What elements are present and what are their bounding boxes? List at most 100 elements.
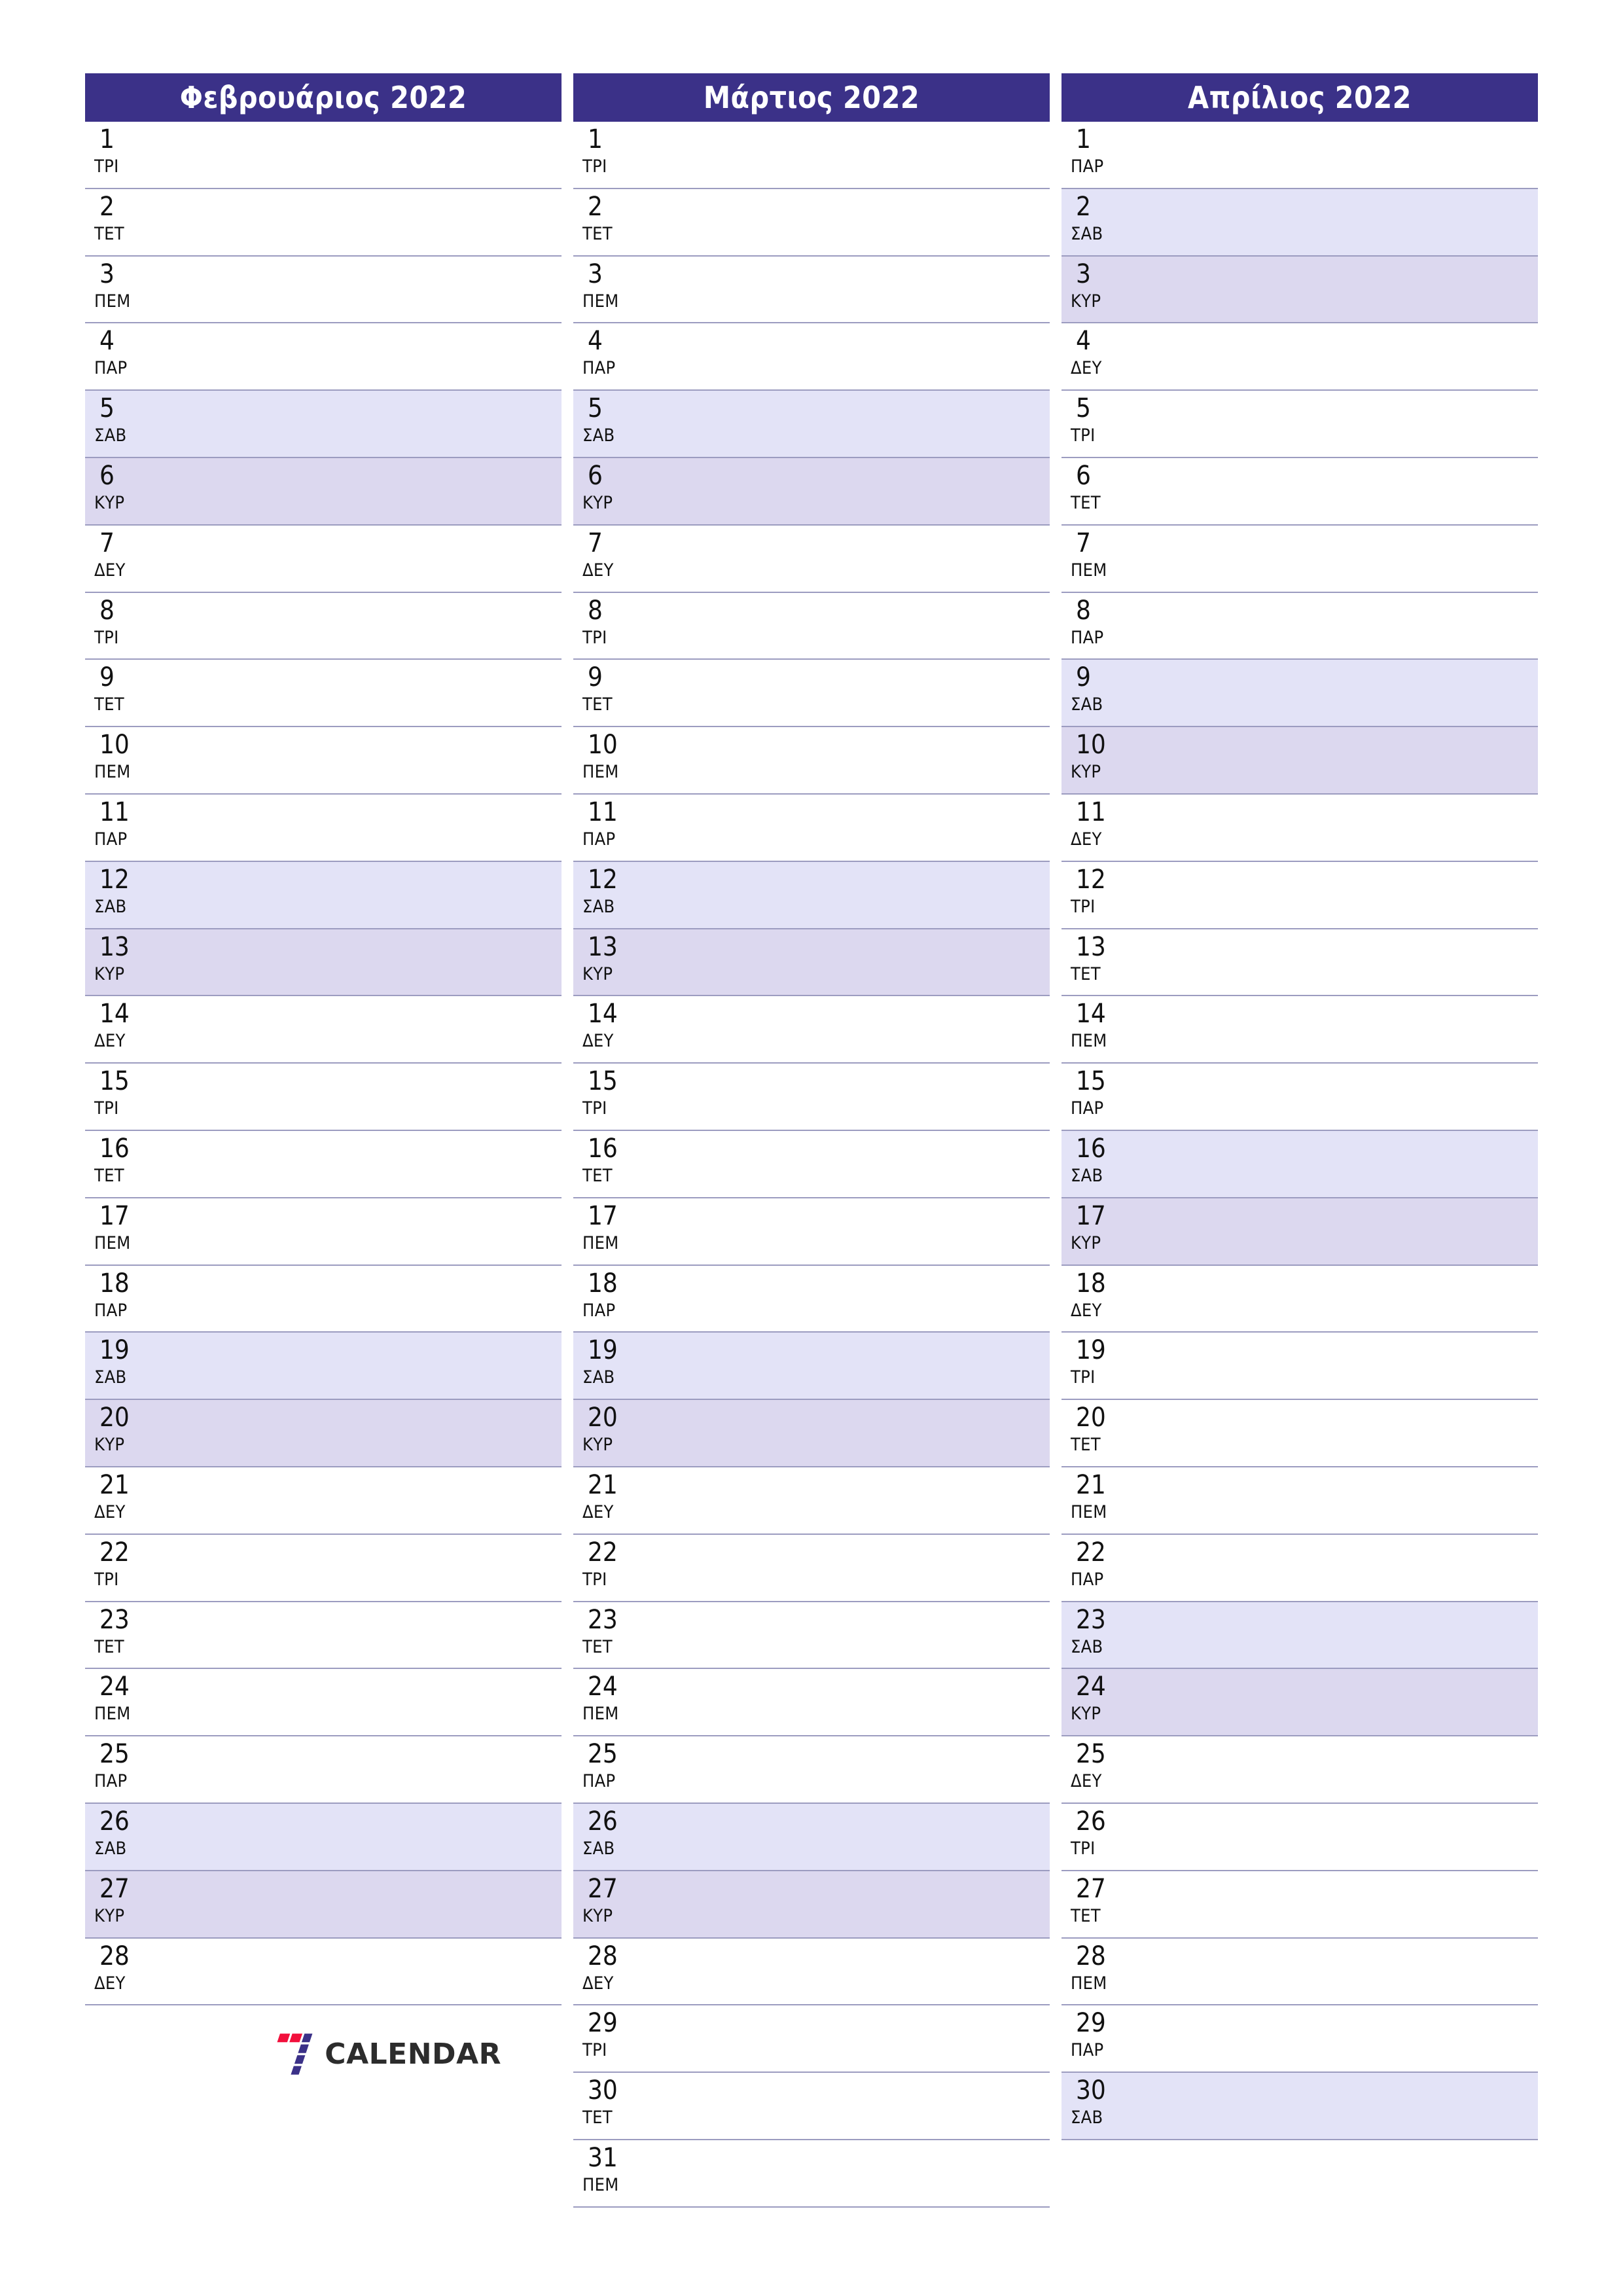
day-number: 6 — [99, 460, 115, 491]
day-row[interactable]: 24 ΚΥΡ — [1061, 1669, 1538, 1737]
day-row[interactable]: 10 ΠΕΜ — [573, 727, 1050, 795]
day-weekday-abbr: ΚΥΡ — [1071, 1232, 1101, 1253]
day-row[interactable]: 15 ΤΡΙ — [85, 1064, 562, 1131]
day-row[interactable]: 28 ΔΕΥ — [573, 1938, 1050, 2006]
day-row[interactable]: 12 ΣΑΒ — [85, 861, 562, 929]
day-row[interactable]: 10 ΠΕΜ — [85, 727, 562, 795]
day-number: 4 — [588, 326, 603, 357]
day-row[interactable]: 3 ΠΕΜ — [85, 256, 562, 324]
day-row[interactable]: 9 ΣΑΒ — [1061, 660, 1538, 728]
day-row[interactable]: 26 ΤΡΙ — [1061, 1803, 1538, 1871]
day-row[interactable]: 23 ΣΑΒ — [1061, 1602, 1538, 1670]
day-row[interactable]: 14 ΠΕΜ — [1061, 996, 1538, 1064]
day-row[interactable]: 3 ΠΕΜ — [573, 256, 1050, 324]
day-row[interactable]: 6 ΚΥΡ — [573, 457, 1050, 526]
day-row[interactable]: 13 ΤΕΤ — [1061, 929, 1538, 997]
day-row[interactable]: 27 ΚΥΡ — [85, 1871, 562, 1939]
day-row[interactable]: 3 ΚΥΡ — [1061, 256, 1538, 324]
day-row[interactable]: 16 ΣΑΒ — [1061, 1130, 1538, 1198]
day-row[interactable]: 14 ΔΕΥ — [85, 996, 562, 1064]
day-weekday-abbr: ΤΕΤ — [94, 1636, 124, 1657]
day-number: 23 — [99, 1604, 130, 1635]
day-row[interactable]: 2 ΤΕΤ — [85, 188, 562, 257]
day-row[interactable]: 20 ΤΕΤ — [1061, 1400, 1538, 1467]
day-row[interactable]: 20 ΚΥΡ — [573, 1400, 1050, 1467]
day-row[interactable]: 12 ΣΑΒ — [573, 861, 1050, 929]
day-row[interactable]: 29 ΤΡΙ — [573, 2005, 1050, 2073]
day-number: 1 — [1076, 124, 1091, 154]
day-row[interactable]: 4 ΠΑΡ — [573, 323, 1050, 391]
day-row[interactable]: 16 ΤΕΤ — [85, 1130, 562, 1198]
day-row[interactable]: 10 ΚΥΡ — [1061, 727, 1538, 795]
day-number: 15 — [99, 1066, 130, 1097]
day-row[interactable]: 19 ΣΑΒ — [573, 1333, 1050, 1401]
day-row[interactable]: 7 ΔΕΥ — [85, 525, 562, 593]
day-row[interactable]: 27 ΚΥΡ — [573, 1871, 1050, 1939]
day-row[interactable]: 27 ΤΕΤ — [1061, 1871, 1538, 1939]
day-row[interactable]: 21 ΔΕΥ — [573, 1467, 1050, 1535]
day-row[interactable]: 18 ΔΕΥ — [1061, 1265, 1538, 1333]
day-row[interactable]: 28 ΠΕΜ — [1061, 1938, 1538, 2006]
day-row[interactable]: 8 ΠΑΡ — [1061, 592, 1538, 660]
day-row[interactable]: 14 ΔΕΥ — [573, 996, 1050, 1064]
day-row[interactable]: 23 ΤΕΤ — [573, 1602, 1050, 1670]
day-row[interactable]: 16 ΤΕΤ — [573, 1130, 1050, 1198]
day-row[interactable]: 24 ΠΕΜ — [573, 1669, 1050, 1737]
day-row[interactable]: 6 ΚΥΡ — [85, 457, 562, 526]
day-weekday-abbr: ΠΑΡ — [94, 829, 128, 850]
day-row[interactable]: 15 ΠΑΡ — [1061, 1064, 1538, 1131]
day-row[interactable]: 25 ΠΑΡ — [85, 1736, 562, 1804]
day-row[interactable]: 9 ΤΕΤ — [573, 660, 1050, 728]
day-row[interactable]: 1 ΤΡΙ — [85, 122, 562, 189]
day-row[interactable]: 23 ΤΕΤ — [85, 1602, 562, 1670]
day-row[interactable]: 25 ΠΑΡ — [573, 1736, 1050, 1804]
day-row[interactable]: 7 ΠΕΜ — [1061, 525, 1538, 593]
day-row[interactable]: 13 ΚΥΡ — [573, 929, 1050, 997]
day-row[interactable]: 8 ΤΡΙ — [573, 592, 1050, 660]
day-row[interactable]: 15 ΤΡΙ — [573, 1064, 1050, 1131]
day-row[interactable]: 8 ΤΡΙ — [85, 592, 562, 660]
day-row[interactable]: 17 ΚΥΡ — [1061, 1198, 1538, 1266]
day-row[interactable]: 2 ΤΕΤ — [573, 188, 1050, 257]
day-row[interactable]: 30 ΤΕΤ — [573, 2073, 1050, 2140]
day-row[interactable]: 19 ΣΑΒ — [85, 1333, 562, 1401]
day-row[interactable]: 24 ΠΕΜ — [85, 1669, 562, 1737]
day-row[interactable]: 29 ΠΑΡ — [1061, 2005, 1538, 2073]
day-row[interactable]: 18 ΠΑΡ — [573, 1265, 1050, 1333]
day-weekday-abbr: ΤΕΤ — [94, 694, 124, 715]
day-row[interactable]: 26 ΣΑΒ — [85, 1803, 562, 1871]
day-row[interactable]: 19 ΤΡΙ — [1061, 1333, 1538, 1401]
day-row[interactable]: 30 ΣΑΒ — [1061, 2073, 1538, 2140]
day-row[interactable]: 12 ΤΡΙ — [1061, 861, 1538, 929]
day-row[interactable]: 22 ΠΑΡ — [1061, 1534, 1538, 1602]
day-row[interactable]: 22 ΤΡΙ — [573, 1534, 1050, 1602]
day-row[interactable]: 28 ΔΕΥ — [85, 1938, 562, 2006]
day-weekday-abbr: ΣΑΒ — [1071, 2108, 1103, 2128]
day-row[interactable]: 11 ΠΑΡ — [573, 794, 1050, 862]
day-weekday-abbr: ΚΥΡ — [1071, 1704, 1101, 1725]
day-row[interactable]: 18 ΠΑΡ — [85, 1265, 562, 1333]
day-row[interactable]: 26 ΣΑΒ — [573, 1803, 1050, 1871]
day-row[interactable]: 1 ΤΡΙ — [573, 122, 1050, 189]
day-row[interactable]: 20 ΚΥΡ — [85, 1400, 562, 1467]
day-row[interactable]: 2 ΣΑΒ — [1061, 188, 1538, 257]
day-row[interactable]: 31 ΠΕΜ — [573, 2140, 1050, 2208]
day-row[interactable]: 6 ΤΕΤ — [1061, 457, 1538, 526]
day-row[interactable]: 17 ΠΕΜ — [85, 1198, 562, 1266]
day-row[interactable]: 5 ΣΑΒ — [573, 391, 1050, 458]
day-row[interactable]: 25 ΔΕΥ — [1061, 1736, 1538, 1804]
day-row[interactable]: 9 ΤΕΤ — [85, 660, 562, 728]
day-row[interactable]: 13 ΚΥΡ — [85, 929, 562, 997]
day-row[interactable]: 4 ΠΑΡ — [85, 323, 562, 391]
day-row[interactable]: 22 ΤΡΙ — [85, 1534, 562, 1602]
day-row[interactable]: 11 ΔΕΥ — [1061, 794, 1538, 862]
day-row[interactable]: 17 ΠΕΜ — [573, 1198, 1050, 1266]
day-row[interactable]: 21 ΔΕΥ — [85, 1467, 562, 1535]
day-row[interactable]: 4 ΔΕΥ — [1061, 323, 1538, 391]
day-row[interactable]: 1 ΠΑΡ — [1061, 122, 1538, 189]
day-row[interactable]: 7 ΔΕΥ — [573, 525, 1050, 593]
day-row[interactable]: 11 ΠΑΡ — [85, 794, 562, 862]
day-row[interactable]: 5 ΤΡΙ — [1061, 391, 1538, 458]
day-row[interactable]: 5 ΣΑΒ — [85, 391, 562, 458]
day-row[interactable]: 21 ΠΕΜ — [1061, 1467, 1538, 1535]
